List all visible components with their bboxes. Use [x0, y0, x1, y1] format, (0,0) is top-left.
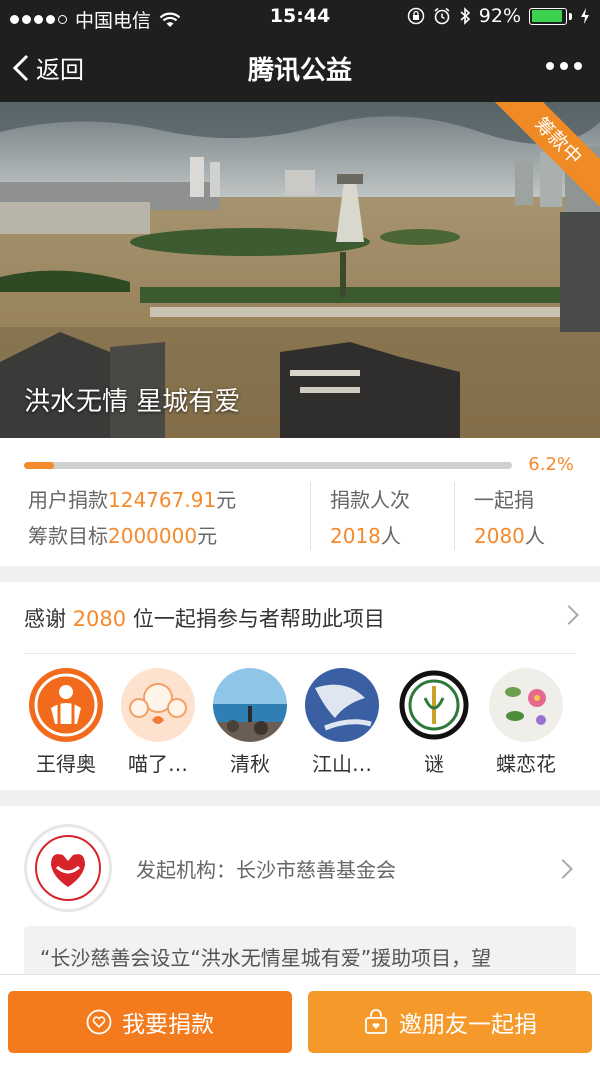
goal-amount: 筹款目标2000000元 — [28, 524, 218, 548]
invite-button-label: 邀朋友一起捐 — [399, 1012, 537, 1038]
navigation-bar: 返回 腾讯公益 — [0, 34, 600, 102]
section-gap — [0, 790, 600, 806]
supporter-name: 喵了… — [128, 752, 188, 776]
progress-percent: 6.2% — [528, 454, 574, 475]
donation-count-label: 捐款人次 — [330, 488, 410, 512]
section-gap — [0, 566, 600, 582]
thanks-text: 感谢 2080 位一起捐参与者帮助此项目 — [24, 606, 385, 631]
supporter-name: 江山… — [312, 752, 372, 776]
avatar — [397, 668, 471, 742]
bottom-action-bar: 我要捐款 邀朋友一起捐 — [0, 974, 600, 1067]
supporter-item[interactable]: 王得奥 — [20, 668, 112, 777]
supporter-name: 谜 — [424, 752, 444, 776]
donate-button[interactable]: 我要捐款 — [8, 991, 292, 1053]
raised-amount: 用户捐款124767.91元 — [28, 488, 237, 512]
chevron-right-icon — [553, 859, 573, 879]
orientation-lock-icon — [407, 7, 425, 25]
donation-progress: 6.2% 用户捐款124767.91元 筹款目标2000000元 捐款人次 20… — [0, 438, 600, 566]
progress-track — [24, 462, 512, 469]
avatar — [489, 668, 563, 742]
supporter-item[interactable]: 喵了… — [112, 668, 204, 777]
group-donate-stat: 一起捐 2080人 — [474, 482, 545, 554]
donation-count-stat: 捐款人次 2018人 — [330, 482, 410, 554]
avatar — [213, 668, 287, 742]
group-donate-value: 2080人 — [474, 524, 545, 548]
chevron-right-icon — [559, 605, 579, 625]
supporters-section: 感谢 2080 位一起捐参与者帮助此项目 王得奥 喵了… 清秋 江山… 谜 蝶恋… — [0, 582, 600, 790]
supporter-item[interactable]: 谜 — [388, 668, 480, 777]
page-title: 腾讯公益 — [247, 56, 352, 86]
avatar — [121, 668, 195, 742]
progress-fill — [24, 462, 55, 469]
more-dot-icon — [560, 62, 568, 70]
more-dot-icon — [574, 62, 582, 70]
supporter-name: 王得奥 — [36, 752, 96, 776]
avatar — [29, 668, 103, 742]
project-title: 洪水无情 星城有爱 — [24, 387, 241, 417]
alarm-icon — [434, 7, 450, 25]
status-bar: 中国电信 15:44 92% — [0, 0, 600, 34]
supporter-avatar-list: 王得奥 喵了… 清秋 江山… 谜 蝶恋花 — [20, 668, 580, 778]
supporter-item[interactable]: 江山… — [296, 668, 388, 777]
divider — [454, 482, 455, 550]
funds-stats: 用户捐款124767.91元 筹款目标2000000元 — [28, 482, 236, 554]
supporter-name: 蝶恋花 — [496, 752, 556, 776]
supporter-item[interactable]: 清秋 — [204, 668, 296, 777]
avatar — [305, 668, 379, 742]
heart-icon — [86, 1009, 112, 1035]
gift-bag-icon — [365, 1009, 387, 1034]
donate-button-label: 我要捐款 — [122, 1012, 214, 1038]
supporters-link[interactable]: 感谢 2080 位一起捐参与者帮助此项目 — [24, 582, 579, 654]
divider — [310, 482, 311, 550]
bluetooth-icon — [460, 7, 470, 25]
battery-percent: 92% — [478, 5, 521, 27]
organizer-name[interactable]: 发起机构：长沙市慈善基金会 — [136, 854, 396, 883]
more-button[interactable] — [546, 62, 582, 70]
group-donate-label: 一起捐 — [474, 488, 534, 512]
donation-count-value: 2018人 — [330, 524, 401, 548]
organizer-section: 发起机构：长沙市慈善基金会 “长沙慈善会设立“洪水无情星城有爱”援助项目，望 — [0, 806, 600, 986]
supporter-item[interactable]: 蝶恋花 — [480, 668, 572, 777]
charging-icon — [581, 8, 589, 24]
invite-friends-button[interactable]: 邀朋友一起捐 — [308, 991, 592, 1053]
battery-icon — [529, 7, 572, 25]
project-banner[interactable]: 筹款中 洪水无情 星城有爱 — [0, 102, 600, 438]
more-dot-icon — [546, 62, 554, 70]
supporter-name: 清秋 — [230, 752, 270, 776]
organizer-logo[interactable] — [24, 824, 112, 912]
